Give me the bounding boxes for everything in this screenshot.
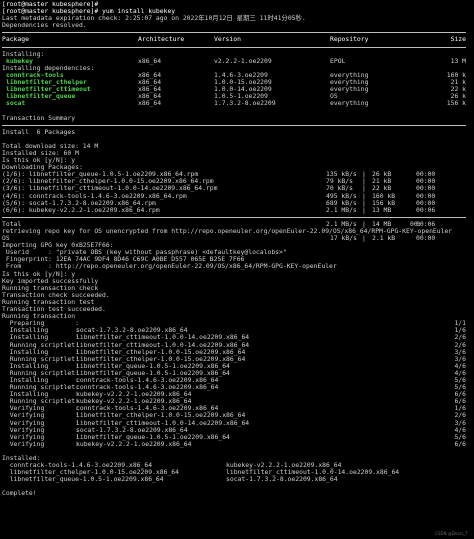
package-row: socat x86_64 1.7.3.2-8.oe2209 everything 156… [2,100,472,107]
step-package: kubekey-v2.2.2-1.oe2209.x86_64 [76,439,192,448]
transaction-summary: Transaction Summary [2,113,76,122]
header-size: Size [450,35,466,44]
package-version: v2.2.2-1.oe2209 [214,56,272,65]
installed-row: libnetfilter_queue-1.0.5-1.oe2209.x86_64… [2,476,472,483]
os-size: 2.1 kB [372,234,396,243]
header-version: Version [214,35,241,44]
download-file: (6/6): kubekey-v2.2.2-1.oe2209.x86_64.rp… [2,205,160,214]
transaction-steps: Preparing :1/1 Installing : socat-1.7.3.2… [2,320,472,448]
separator [2,44,472,51]
os-time: 00:00 [416,234,436,243]
terminal-output[interactable]: [root@master kubesphere]# [root@master k… [2,0,472,498]
download-size: 13 MB [372,205,392,214]
installed-item: libnetfilter_queue-1.0.5-1.oe2209.x86_64 [2,475,164,484]
retrieving-key: retrieving repo key for OS unencrypted f… [2,227,453,235]
column-divider: | [362,205,366,214]
package-size: 13 M [450,56,466,65]
download-speed: 2.1 MB/s [326,205,357,214]
download-list: (1/6): libnetfilter_queue-1.0.5-1.oe2209… [2,171,472,214]
os-speed: 17 kB/s [330,234,357,243]
dependency-packages: conntrack-tools x86_64 1.4.6-3.oe2209 every… [2,71,472,107]
header-architecture: Architecture [138,35,185,44]
download-time: 00:06 [416,205,436,214]
installed-item: socat-1.7.3.2-8.oe2209.x86_64 [226,475,338,484]
package-name: socat [6,99,26,108]
table-header: Package Architecture Version Repository … [2,36,472,43]
download-row: (6/6): kubekey-v2.2.2-1.oe2209.x86_64.rp… [2,205,472,214]
header-repository: Repository [330,35,369,44]
package-size: 156 k [446,99,466,108]
step-action: Verifying : [2,439,79,448]
package-arch: x86_64 [138,56,162,65]
installed-list: conntrack-tools-1.4.6-3.oe2209.x86_64 kub… [2,461,472,483]
transaction-log: Running transaction check Transaction che… [2,284,472,320]
transaction-step: Verifying : kubekey-v2.2.2-1.oe2209.x86_6… [2,439,472,448]
install-count: Install 6 Packages [2,127,76,136]
step-progress: 6/6 [454,439,466,448]
watermark: CSDN @Dears_T [435,530,468,536]
deps-resolved-line: Dependencies resolved. [2,21,87,30]
separator [2,214,472,221]
complete-line: Complete! [2,489,37,498]
package-arch: x86_64 [138,99,162,108]
package-repo: everything [330,99,369,108]
package-repo: EPOL [330,56,346,65]
header-package: Package [2,35,29,44]
package-version: 1.7.3.2-8.oe2209 [214,99,276,108]
